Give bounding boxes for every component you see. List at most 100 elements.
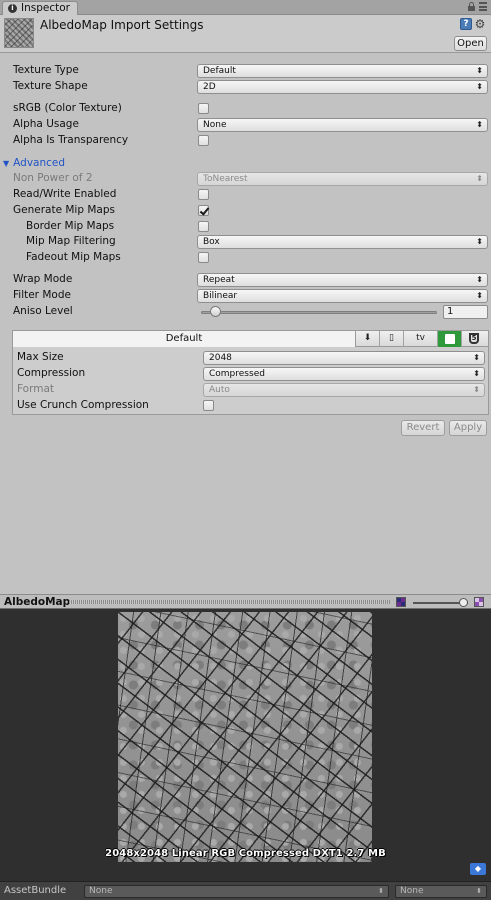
texture-type-label: Texture Type bbox=[13, 64, 79, 76]
format-value: Auto bbox=[209, 385, 230, 395]
row-wrap-mode: Wrap Mode Repeat ⬍ bbox=[0, 272, 491, 288]
dropdown-arrow-icon: ⬍ bbox=[378, 887, 384, 895]
non-power-of-2-label: Non Power of 2 bbox=[13, 172, 93, 184]
border-mip-maps-label: Border Mip Maps bbox=[26, 220, 115, 232]
row-mip-map-filtering: Mip Map Filtering Box ⬍ bbox=[0, 234, 491, 250]
aniso-level-slider-thumb[interactable] bbox=[210, 306, 221, 317]
alpha-is-transparency-label: Alpha Is Transparency bbox=[13, 134, 129, 146]
row-srgb: sRGB (Color Texture) bbox=[0, 101, 491, 117]
lock-icon[interactable] bbox=[468, 2, 475, 11]
dropdown-arrow-icon: ⬍ bbox=[473, 369, 480, 378]
apply-button[interactable]: Apply bbox=[449, 420, 487, 436]
platform-tabs: Default ⬇ ▯ tv 5 bbox=[13, 331, 488, 347]
aniso-level-slider[interactable] bbox=[201, 311, 437, 314]
preview-title: AlbedoMap bbox=[4, 596, 71, 608]
max-size-label: Max Size bbox=[17, 351, 64, 363]
srgb-checkbox[interactable] bbox=[198, 103, 209, 114]
tvos-tab-label: tv bbox=[416, 333, 425, 343]
asset-bundle-variant-value: None bbox=[400, 886, 424, 896]
texture-type-value: Default bbox=[203, 66, 236, 76]
max-size-value: 2048 bbox=[209, 353, 232, 363]
phone-icon[interactable]: ▯ bbox=[380, 331, 404, 347]
advanced-foldout[interactable]: ▼ Advanced bbox=[3, 157, 65, 169]
row-compression: Compression Compressed ⬍ bbox=[13, 366, 488, 382]
tab-inspector[interactable]: i Inspector bbox=[2, 1, 78, 16]
mip-map-filtering-label: Mip Map Filtering bbox=[26, 235, 116, 247]
dropdown-arrow-icon: ⬍ bbox=[476, 120, 483, 129]
help-icon[interactable]: ? bbox=[460, 18, 472, 30]
filter-mode-value: Bilinear bbox=[203, 291, 238, 301]
row-generate-mip-maps: Generate Mip Maps bbox=[0, 203, 491, 219]
preview-drag-handle[interactable] bbox=[69, 600, 390, 604]
dropdown-arrow-icon: ⬍ bbox=[476, 887, 482, 895]
filter-mode-dropdown[interactable]: Bilinear ⬍ bbox=[197, 289, 488, 303]
html5-shield: 5 bbox=[469, 333, 479, 344]
tab-bar: i Inspector bbox=[0, 0, 491, 16]
texture-thumbnail bbox=[4, 18, 34, 48]
download-icon[interactable]: ⬇ bbox=[356, 331, 380, 347]
alpha-is-transparency-checkbox[interactable] bbox=[198, 135, 209, 146]
color-channel-icon[interactable] bbox=[396, 597, 406, 607]
asset-bundle-bar: AssetBundle None ⬍ None ⬍ bbox=[0, 881, 491, 900]
dropdown-arrow-icon: ⬍ bbox=[473, 353, 480, 362]
aniso-level-label: Aniso Level bbox=[13, 305, 73, 317]
read-write-checkbox[interactable] bbox=[198, 189, 209, 200]
read-write-label: Read/Write Enabled bbox=[13, 188, 117, 200]
inspector-header: AlbedoMap Import Settings ? ⚙ Open bbox=[0, 15, 491, 53]
fadeout-mip-maps-checkbox[interactable] bbox=[198, 252, 209, 263]
row-max-size: Max Size 2048 ⬍ bbox=[13, 350, 488, 366]
texture-type-dropdown[interactable]: Default ⬍ bbox=[197, 64, 488, 78]
row-crunch: Use Crunch Compression bbox=[13, 398, 488, 414]
dropdown-arrow-icon: ⬍ bbox=[476, 237, 483, 246]
crunch-checkbox[interactable] bbox=[203, 400, 214, 411]
revert-button[interactable]: Revert bbox=[401, 420, 445, 436]
texture-preview: 2048x2048 Linear RGB Compressed DXT1 2.7… bbox=[0, 609, 491, 881]
texture-info: 2048x2048 Linear RGB Compressed DXT1 2.7… bbox=[105, 848, 386, 859]
info-icon: i bbox=[8, 4, 17, 13]
aniso-level-input[interactable]: 1 bbox=[443, 305, 488, 319]
max-size-dropdown[interactable]: 2048 ⬍ bbox=[203, 351, 485, 365]
mip-level-slider-thumb[interactable] bbox=[459, 598, 468, 607]
advanced-label: Advanced bbox=[13, 157, 66, 169]
tab-label: Inspector bbox=[21, 2, 70, 14]
generate-mip-maps-label: Generate Mip Maps bbox=[13, 204, 115, 216]
platform-settings-panel: Default ⬇ ▯ tv 5 Max Size 2048 ⬍ Compres… bbox=[12, 330, 489, 415]
mip-map-filtering-dropdown[interactable]: Box ⬍ bbox=[197, 235, 488, 249]
android-icon[interactable] bbox=[438, 331, 462, 347]
html5-icon[interactable]: 5 bbox=[462, 331, 486, 347]
tab-default[interactable]: Default bbox=[13, 331, 356, 347]
row-border-mip-maps: Border Mip Maps bbox=[0, 219, 491, 235]
filter-mode-label: Filter Mode bbox=[13, 289, 71, 301]
wrap-mode-dropdown[interactable]: Repeat ⬍ bbox=[197, 273, 488, 287]
alpha-usage-value: None bbox=[203, 120, 227, 130]
dropdown-arrow-icon: ⬍ bbox=[476, 275, 483, 284]
format-dropdown: Auto ⬍ bbox=[203, 383, 485, 397]
fadeout-mip-maps-label: Fadeout Mip Maps bbox=[26, 251, 121, 263]
open-button[interactable]: Open bbox=[454, 36, 487, 51]
dropdown-arrow-icon: ⬍ bbox=[476, 291, 483, 300]
compression-dropdown[interactable]: Compressed ⬍ bbox=[203, 367, 485, 381]
row-fadeout-mip-maps: Fadeout Mip Maps bbox=[0, 250, 491, 266]
label-tag-icon[interactable]: ◆ bbox=[470, 863, 486, 875]
menu-icon[interactable] bbox=[479, 2, 487, 11]
asset-bundle-name-dropdown[interactable]: None ⬍ bbox=[84, 885, 389, 898]
row-aniso-level: Aniso Level 1 bbox=[0, 304, 491, 320]
gear-icon[interactable]: ⚙ bbox=[474, 18, 486, 30]
asset-bundle-variant-dropdown[interactable]: None ⬍ bbox=[395, 885, 487, 898]
generate-mip-maps-checkbox[interactable] bbox=[198, 205, 209, 216]
format-label: Format bbox=[17, 383, 55, 395]
dropdown-arrow-icon: ⬍ bbox=[476, 82, 483, 91]
row-filter-mode: Filter Mode Bilinear ⬍ bbox=[0, 288, 491, 304]
row-non-power-of-2: Non Power of 2 ToNearest ⬍ bbox=[0, 171, 491, 187]
non-power-of-2-value: ToNearest bbox=[203, 174, 248, 184]
row-alpha-is-transparency: Alpha Is Transparency bbox=[0, 133, 491, 149]
dropdown-arrow-icon: ⬍ bbox=[476, 174, 483, 183]
appletv-icon[interactable]: tv bbox=[404, 331, 438, 347]
alpha-usage-dropdown[interactable]: None ⬍ bbox=[197, 118, 488, 132]
texture-shape-dropdown[interactable]: 2D ⬍ bbox=[197, 80, 488, 94]
texture-image bbox=[118, 612, 372, 862]
border-mip-maps-checkbox[interactable] bbox=[198, 221, 209, 232]
dropdown-arrow-icon: ⬍ bbox=[476, 66, 483, 75]
wrap-mode-label: Wrap Mode bbox=[13, 273, 73, 285]
mip-checker-icon[interactable] bbox=[474, 597, 484, 607]
